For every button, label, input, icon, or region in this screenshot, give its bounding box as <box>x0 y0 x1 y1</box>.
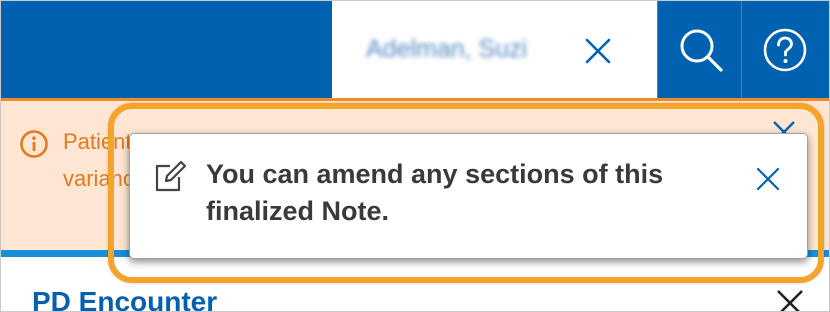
top-header: Adelman, Suzi <box>1 1 829 98</box>
info-icon <box>19 129 49 164</box>
app-window: Adelman, Suzi Patient's variance PD Enco… <box>0 0 830 312</box>
help-button[interactable] <box>741 1 826 98</box>
patient-tab[interactable]: Adelman, Suzi <box>332 1 657 98</box>
close-icon[interactable] <box>756 167 780 196</box>
toast-message: You can amend any sections of this final… <box>206 159 664 226</box>
notification-toast: You can amend any sections of this final… <box>129 133 808 259</box>
edit-note-icon <box>152 159 188 200</box>
patient-name: Adelman, Suzi <box>366 35 528 63</box>
close-icon[interactable] <box>775 288 805 311</box>
encounter-title: PD Encounter <box>32 286 218 312</box>
search-button[interactable] <box>657 1 742 98</box>
close-icon[interactable] <box>584 37 612 65</box>
help-icon <box>763 28 807 72</box>
search-icon <box>680 29 723 72</box>
